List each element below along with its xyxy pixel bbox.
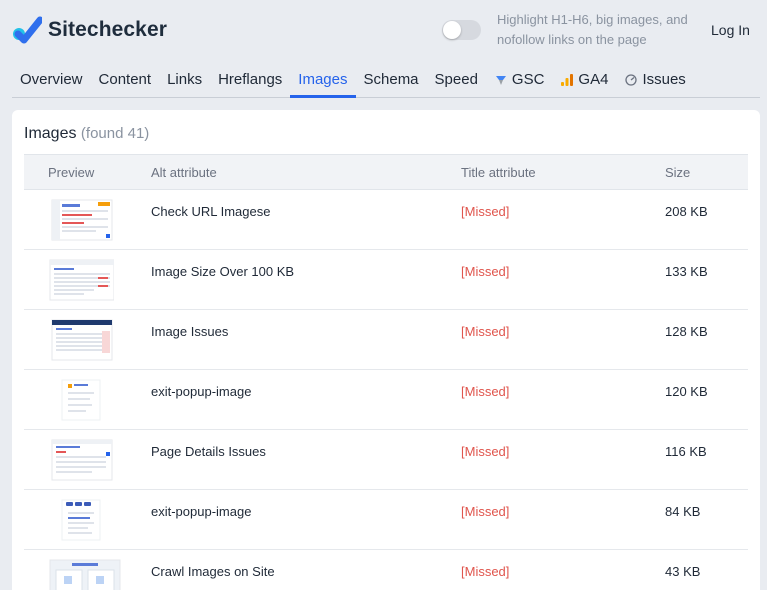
alt-attribute-value: exit-popup-image	[151, 504, 252, 519]
screenshot-thumbnail-icon	[51, 199, 113, 241]
title-attribute-value: [Missed]	[461, 324, 510, 339]
title-attribute-value: [Missed]	[461, 564, 510, 579]
toggle-knob	[443, 21, 461, 39]
sitechecker-logo[interactable]: Sitechecker	[12, 16, 167, 44]
alt-attribute-value: Image Size Over 100 KB	[151, 264, 295, 279]
image-size-value: 43 KB	[665, 564, 701, 579]
image-preview-thumbnail[interactable]	[48, 198, 114, 242]
logo-check-icon	[13, 16, 42, 44]
tab-issues[interactable]: Issues	[616, 62, 693, 97]
highlight-hint: Highlight H1-H6, big images, and nofollo…	[497, 12, 688, 47]
column-header-preview[interactable]: Preview	[48, 165, 94, 180]
title-attribute-value: [Missed]	[461, 204, 510, 219]
ga4-icon	[560, 73, 574, 87]
tab-label: Hreflangs	[218, 71, 283, 88]
tab-images[interactable]: Images	[290, 62, 356, 98]
tab-bar: Overview Content Links Hreflangs Images …	[12, 62, 760, 98]
image-size-value: 120 KB	[665, 384, 708, 399]
app-header: Sitechecker Highlight H1-H6, big images,…	[0, 0, 767, 62]
tab-label: Images	[298, 71, 348, 88]
image-preview-thumbnail[interactable]	[48, 318, 114, 362]
table-row[interactable]: Crawl Images on Site [Missed] 43 KB	[24, 550, 748, 590]
tab-label: Overview	[20, 71, 83, 88]
tab-gsc[interactable]: GSC	[486, 62, 553, 97]
title-attribute-value: [Missed]	[461, 384, 510, 399]
tab-speed[interactable]: Speed	[427, 62, 486, 97]
highlight-toggle[interactable]	[442, 20, 481, 40]
tab-label: Speed	[434, 71, 478, 88]
tab-label: Links	[167, 71, 203, 88]
table-row[interactable]: Check URL Imagese [Missed] 208 KB	[24, 190, 748, 250]
panel-title: Images (found 41)	[24, 125, 149, 143]
tab-links[interactable]: Links	[159, 62, 210, 97]
image-preview-thumbnail[interactable]	[48, 378, 114, 422]
image-size-value: 133 KB	[665, 264, 708, 279]
image-preview-thumbnail[interactable]	[48, 258, 114, 302]
tab-ga4[interactable]: GA4	[552, 62, 616, 97]
tab-schema[interactable]: Schema	[356, 62, 427, 97]
screenshot-thumbnail-icon	[51, 439, 113, 481]
image-preview-thumbnail[interactable]	[48, 558, 122, 590]
gsc-icon	[494, 73, 508, 87]
title-attribute-value: [Missed]	[461, 444, 510, 459]
table-row[interactable]: exit-popup-image [Missed] 120 KB	[24, 370, 748, 430]
image-size-value: 84 KB	[665, 504, 701, 519]
column-header-size[interactable]: Size	[665, 165, 690, 180]
images-table: Preview Alt attribute Title attribute Si…	[24, 154, 748, 590]
alt-attribute-value: Check URL Imagese	[151, 204, 271, 219]
login-link[interactable]: Log In	[711, 22, 750, 38]
screenshot-thumbnail-icon	[49, 559, 121, 590]
image-preview-thumbnail[interactable]	[48, 498, 114, 542]
tab-label: Content	[98, 71, 152, 88]
gauge-icon	[624, 73, 638, 87]
alt-attribute-value: Page Details Issues	[151, 444, 266, 459]
tab-label: Schema	[363, 71, 419, 88]
panel-title-text: Images	[24, 125, 77, 142]
table-row[interactable]: exit-popup-image [Missed] 84 KB	[24, 490, 748, 550]
tab-hreflangs[interactable]: Hreflangs	[210, 62, 290, 97]
screenshot-thumbnail-icon	[51, 319, 113, 361]
images-count: (found 41)	[80, 125, 150, 142]
tab-content[interactable]: Content	[91, 62, 160, 97]
brand-name: Sitechecker	[48, 18, 168, 41]
tab-label: GSC	[511, 71, 545, 88]
image-size-value: 116 KB	[665, 444, 707, 459]
screenshot-thumbnail-icon	[49, 259, 114, 301]
table-row[interactable]: Image Size Over 100 KB [Missed] 133 KB	[24, 250, 748, 310]
table-row[interactable]: Image Issues [Missed] 128 KB	[24, 310, 748, 370]
alt-attribute-value: exit-popup-image	[151, 384, 252, 399]
table-row[interactable]: Page Details Issues [Missed] 116 KB	[24, 430, 748, 490]
alt-attribute-value: Crawl Images on Site	[151, 564, 275, 579]
column-header-title[interactable]: Title attribute	[461, 165, 536, 180]
tab-label: Issues	[642, 71, 686, 88]
title-attribute-value: [Missed]	[461, 264, 510, 279]
tab-label: GA4	[578, 71, 609, 88]
table-header: Preview Alt attribute Title attribute Si…	[24, 154, 748, 190]
images-panel: Images (found 41) Preview Alt attribute …	[12, 110, 760, 590]
alt-attribute-value: Image Issues	[151, 324, 229, 339]
image-size-value: 208 KB	[665, 204, 708, 219]
tab-overview[interactable]: Overview	[12, 62, 91, 97]
column-header-alt[interactable]: Alt attribute	[151, 165, 217, 180]
image-size-value: 128 KB	[665, 324, 708, 339]
screenshot-thumbnail-icon	[61, 379, 101, 421]
screenshot-thumbnail-icon	[61, 499, 101, 541]
image-preview-thumbnail[interactable]	[48, 438, 114, 482]
title-attribute-value: [Missed]	[461, 504, 510, 519]
